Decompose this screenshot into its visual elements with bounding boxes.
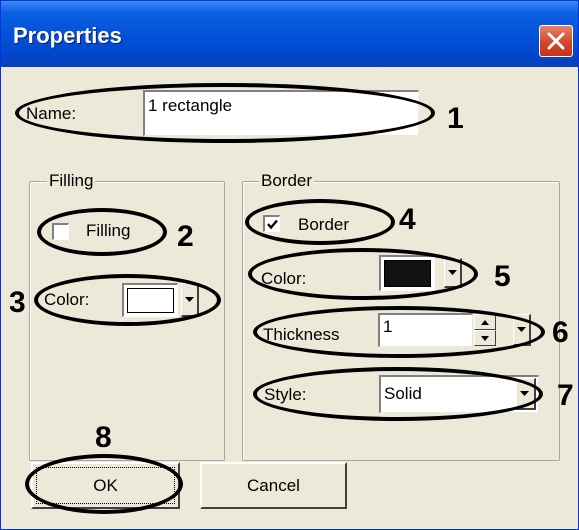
border-color-swatch: [384, 260, 431, 287]
spin-up-icon: [481, 320, 489, 325]
close-icon: [547, 32, 565, 50]
annotation-number-8: 8: [95, 421, 112, 454]
spin-down-icon: [481, 336, 489, 341]
border-color-label: Color:: [261, 269, 307, 288]
thickness-spin-down[interactable]: [474, 330, 496, 346]
chevron-down-icon: [185, 296, 194, 302]
filling-color-label: Color:: [44, 290, 90, 309]
filling-checkbox[interactable]: [52, 223, 69, 240]
window-title: Properties: [13, 23, 122, 48]
style-select[interactable]: Solid: [379, 375, 539, 413]
thickness-label: Thickness: [263, 325, 340, 344]
name-input[interactable]: 1 rectangle: [143, 90, 419, 136]
thickness-spin-up[interactable]: [474, 314, 496, 330]
cancel-button[interactable]: Cancel: [200, 462, 347, 509]
annotation-number-7: 7: [557, 379, 574, 412]
filling-color-picker[interactable]: [122, 283, 178, 317]
border-color-picker[interactable]: [379, 255, 435, 291]
filling-checkbox-label: Filling: [86, 221, 131, 240]
annotation-number-3: 3: [9, 286, 26, 319]
thickness-input[interactable]: 1: [378, 313, 473, 347]
chevron-down-icon: [517, 326, 526, 332]
annotation-number-2: 2: [177, 220, 194, 253]
chevron-down-icon: [448, 269, 457, 275]
filling-color-dropdown-button[interactable]: [181, 283, 199, 317]
filling-color-swatch: [127, 288, 174, 313]
annotation-number-4: 4: [399, 203, 416, 236]
annotation-number-1: 1: [447, 102, 464, 135]
style-dropdown-button[interactable]: [516, 378, 536, 410]
properties-dialog: Properties Name: 1 rectangle Filling Fil…: [0, 0, 579, 530]
close-button[interactable]: [539, 25, 573, 57]
border-color-dropdown-button[interactable]: [444, 258, 462, 288]
style-label: Style:: [264, 385, 307, 404]
checkmark-icon: [267, 219, 278, 230]
thickness-dropdown-button[interactable]: [513, 314, 531, 346]
filling-group-legend: Filling: [47, 171, 96, 191]
name-label: Name:: [26, 104, 77, 123]
chevron-down-icon: [520, 390, 529, 396]
annotation-number-6: 6: [552, 316, 569, 349]
border-checkbox-label: Border: [298, 215, 350, 234]
title-bar[interactable]: Properties: [1, 1, 578, 67]
border-group-legend: Border: [259, 171, 315, 191]
ok-button[interactable]: OK: [31, 462, 180, 509]
border-checkbox[interactable]: [263, 215, 280, 232]
annotation-number-5: 5: [494, 260, 511, 293]
